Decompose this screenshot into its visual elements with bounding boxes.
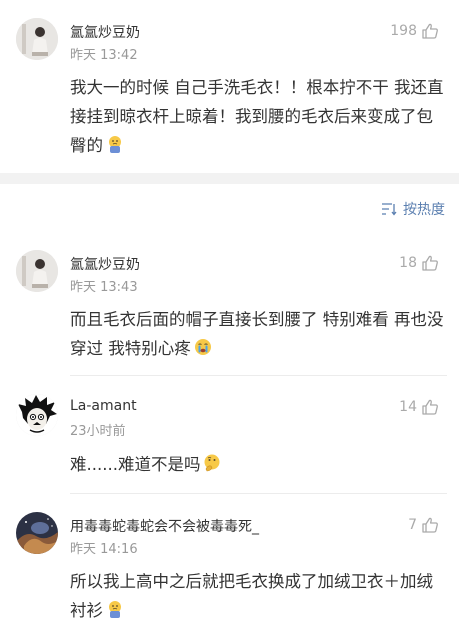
user-photo-avatar (16, 250, 58, 292)
avatar[interactable] (16, 512, 58, 554)
timestamp: 昨天 14:16 (70, 542, 138, 557)
avatar[interactable] (16, 394, 58, 436)
sort-by-hot-button[interactable]: 按热度 (381, 199, 445, 219)
thinking-face-icon (202, 453, 222, 473)
sobbing-face-icon (193, 337, 213, 357)
crying-face-icon (105, 134, 125, 154)
cartoon-character-avatar (16, 394, 58, 436)
username[interactable]: 用毒毒蛇毒蛇会不会被毒毒死_ (70, 516, 259, 536)
timestamp: 23小时前 (70, 424, 126, 439)
username[interactable]: 氲氲炒豆奶 (70, 22, 140, 42)
username[interactable]: 氲氲炒豆奶 (70, 254, 140, 274)
like-button[interactable]: 7 (408, 516, 439, 534)
thumbs-up-icon (422, 23, 438, 39)
avatar[interactable] (16, 18, 58, 60)
timestamp: 昨天 13:42 (70, 48, 138, 63)
thumbs-up-icon (422, 517, 438, 533)
comment-text: 难......难道不是吗 (70, 450, 445, 479)
username[interactable]: La-amant (70, 398, 137, 414)
like-count: 198 (390, 23, 417, 39)
sort-label: 按热度 (403, 202, 445, 218)
like-count: 7 (408, 517, 417, 533)
comment-body: 难......难道不是吗 (70, 455, 201, 474)
comment-text: 我大一的时候 自己手洗毛衣！！根本拧不干 我还直接挂到晾衣杆上晾着！我到腰的毛衣… (70, 73, 445, 160)
timestamp: 昨天 13:43 (70, 280, 138, 295)
space-nebula-avatar (16, 512, 58, 554)
like-count: 18 (399, 255, 417, 271)
comment-text: 所以我上高中之后就把毛衣换成了加绒卫衣＋加绒衬衫 (70, 567, 445, 625)
thumbs-up-icon (422, 255, 438, 271)
sort-icon (382, 203, 397, 216)
section-separator (0, 173, 459, 184)
user-photo-avatar (16, 18, 58, 60)
crying-face-icon (105, 599, 125, 619)
like-button[interactable]: 198 (390, 22, 439, 40)
comment-body: 我大一的时候 自己手洗毛衣！！根本拧不干 我还直接挂到晾衣杆上晾着！我到腰的毛衣… (70, 78, 444, 155)
comment-text: 而且毛衣后面的帽子直接长到腰了 特别难看 再也没穿过 我特别心疼 (70, 305, 445, 363)
comment-divider (70, 375, 447, 376)
like-button[interactable]: 14 (399, 398, 439, 416)
like-button[interactable]: 18 (399, 254, 439, 272)
thumbs-up-icon (422, 399, 438, 415)
comment-divider (70, 493, 447, 494)
like-count: 14 (399, 399, 417, 415)
comment-body: 而且毛衣后面的帽子直接长到腰了 特别难看 再也没穿过 我特别心疼 (70, 310, 444, 358)
avatar[interactable] (16, 250, 58, 292)
